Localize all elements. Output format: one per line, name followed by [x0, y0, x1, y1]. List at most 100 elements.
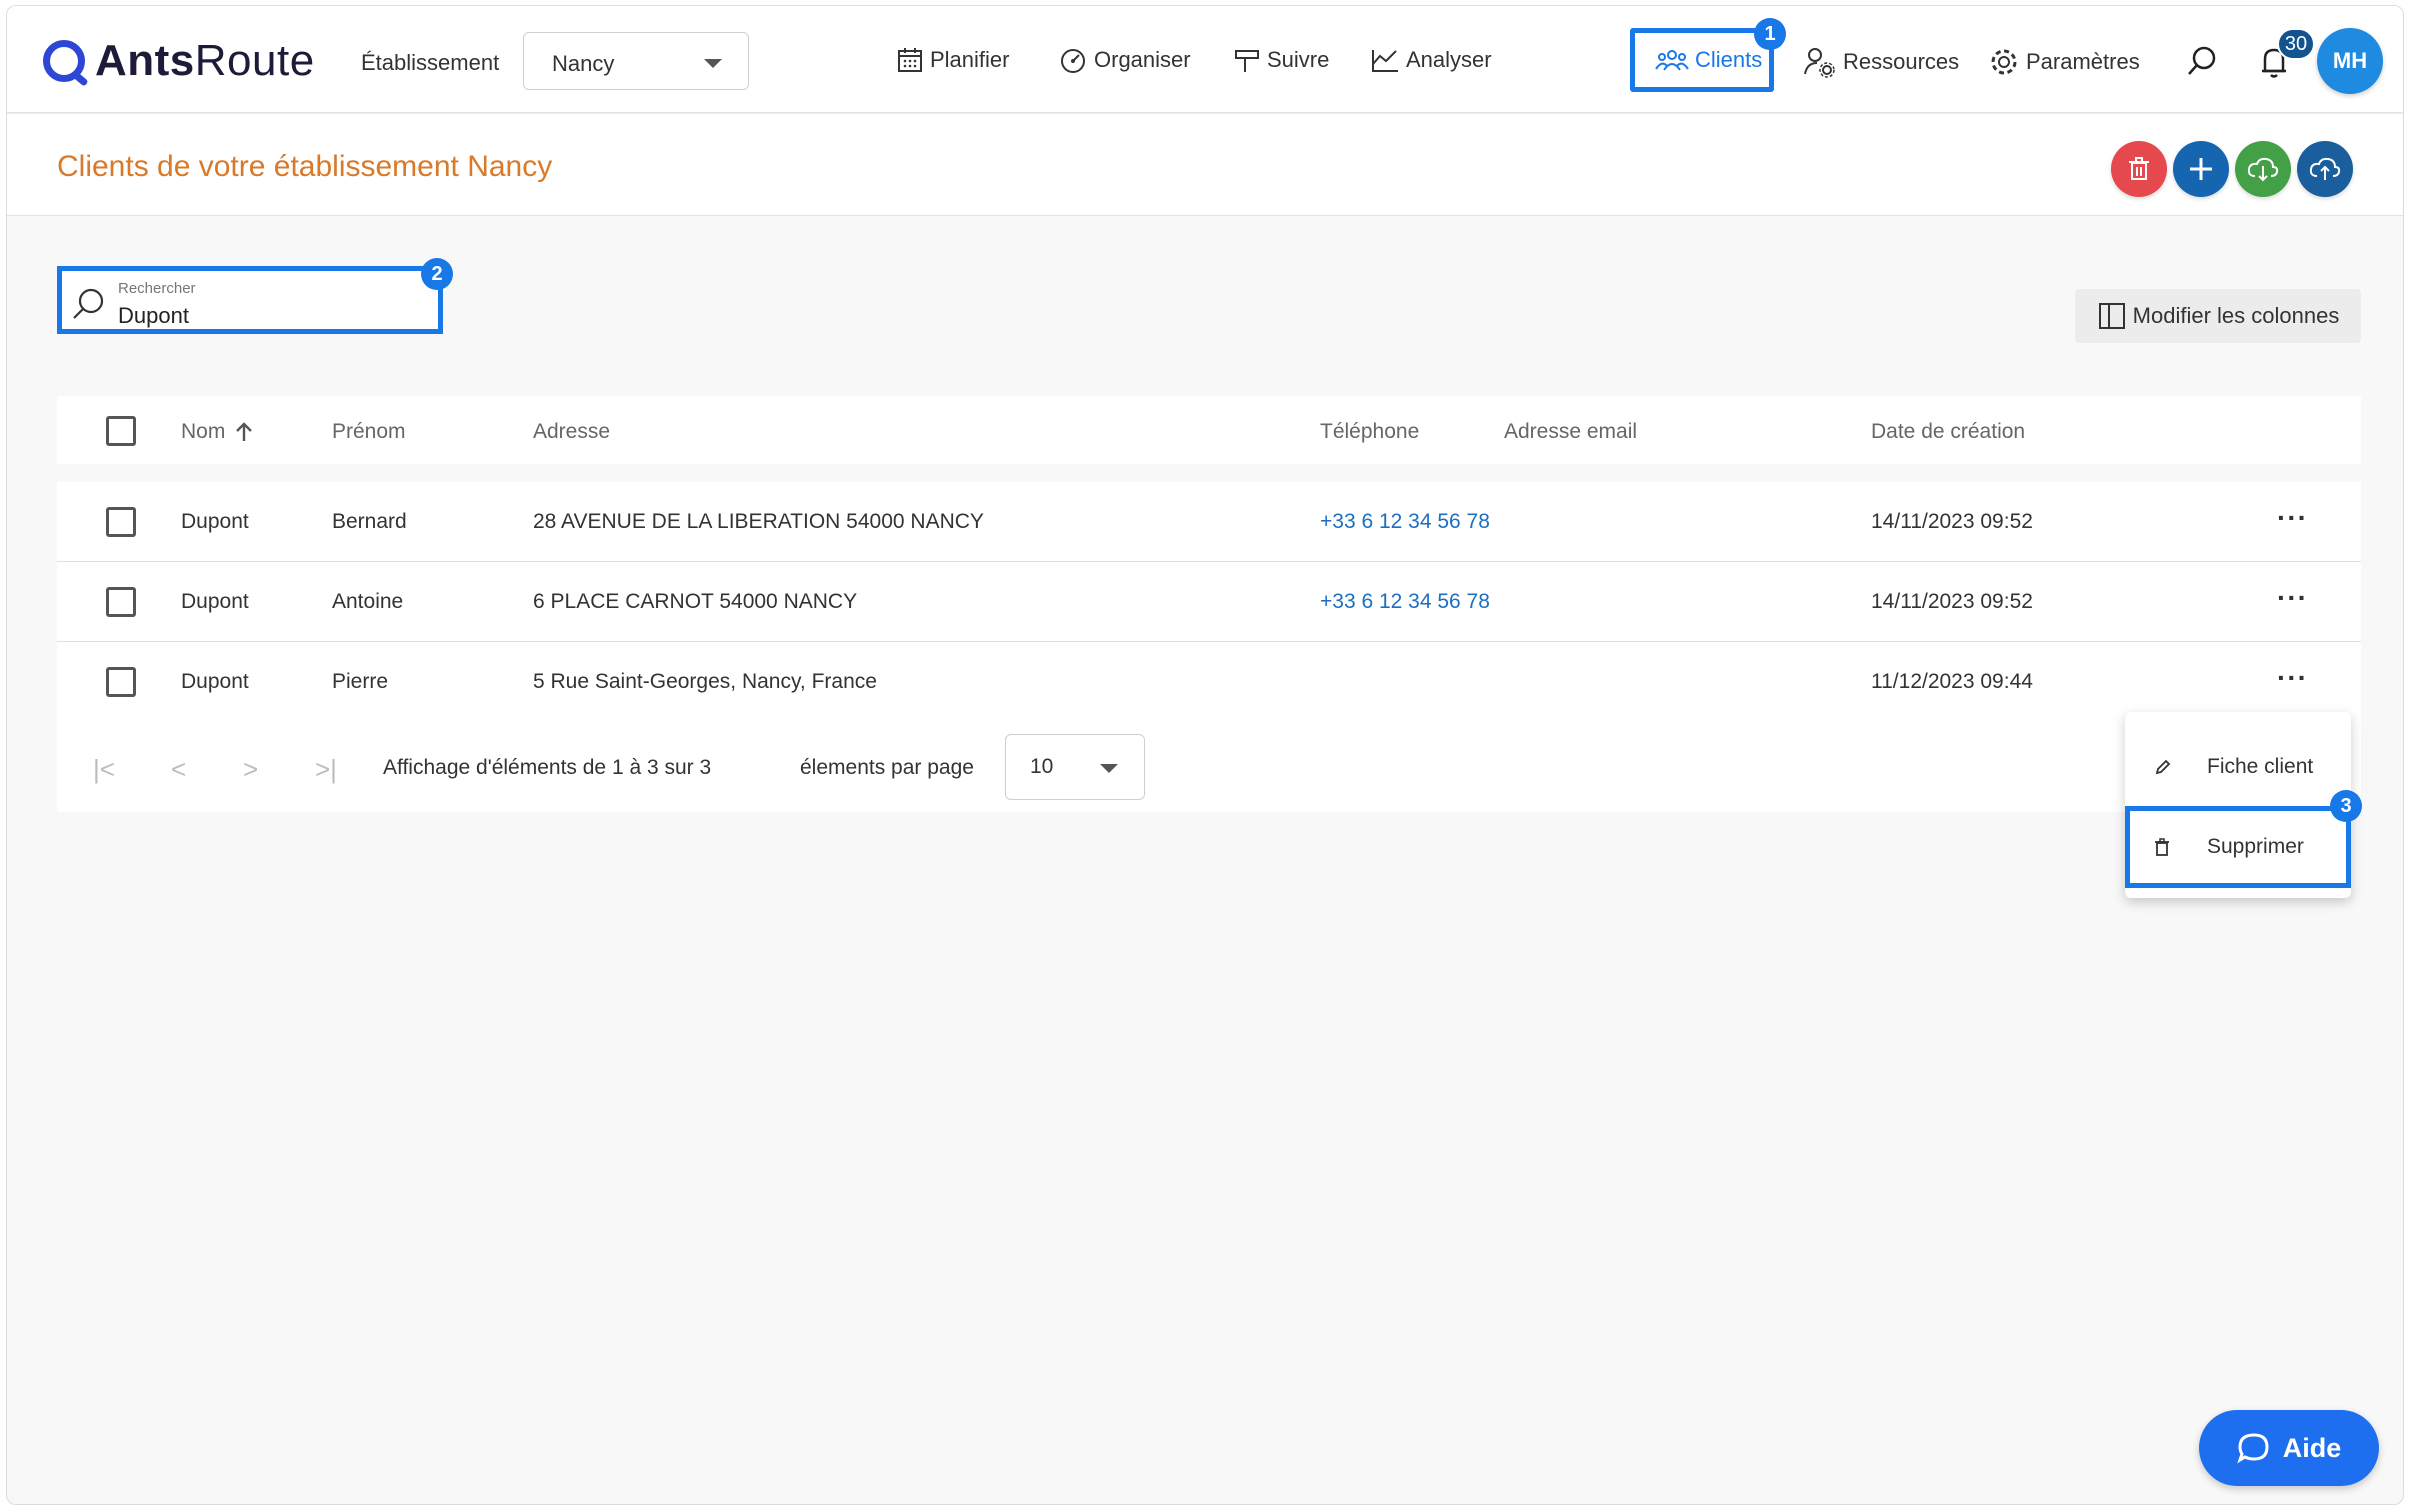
- column-header-prenom[interactable]: Prénom: [332, 420, 406, 444]
- next-page-icon[interactable]: >: [243, 754, 258, 785]
- table-header: Nom Prénom Adresse Téléphone Adresse ema…: [57, 396, 2361, 464]
- help-label: Aide: [2282, 1432, 2342, 1463]
- last-page-icon[interactable]: >|: [315, 754, 337, 785]
- export-button[interactable]: [2297, 141, 2353, 197]
- table-row[interactable]: Dupont Bernard 28 AVENUE DE LA LIBERATIO…: [57, 482, 2361, 562]
- cloud-upload-icon: [2309, 157, 2341, 180]
- search-label: Rechercher: [118, 280, 196, 297]
- app-window: AntsRoute Établissement Nancy Planifier …: [6, 5, 2404, 1505]
- nav-parametres[interactable]: Paramètres: [1988, 46, 2140, 78]
- cell-date: 11/12/2023 09:44: [1871, 670, 2033, 693]
- gear-icon: [1991, 49, 2017, 75]
- step-marker-2: 2: [421, 258, 453, 290]
- delete-button[interactable]: [2111, 141, 2167, 197]
- menu-item-fiche-client-label: Fiche client: [2207, 755, 2314, 778]
- per-page-label: élements par page: [800, 756, 974, 779]
- notification-count-badge: 30: [2277, 28, 2315, 60]
- nav-suivre[interactable]: Suivre: [1233, 46, 1329, 74]
- row-checkbox[interactable]: [106, 667, 136, 697]
- cell-nom: Dupont: [181, 510, 249, 533]
- highlight-clients: [1630, 28, 1774, 92]
- cell-nom: Dupont: [181, 590, 249, 613]
- logo-icon: [43, 40, 85, 82]
- column-header-date[interactable]: Date de création: [1871, 420, 2025, 444]
- cell-nom: Dupont: [181, 670, 249, 693]
- establishment-value: Nancy: [552, 51, 615, 76]
- nav-analyser[interactable]: Analyser: [1370, 46, 1492, 74]
- help-button[interactable]: Aide: [2199, 1410, 2379, 1486]
- cell-adresse: 5 Rue Saint-Georges, Nancy, France: [533, 670, 877, 693]
- trash-icon: [2129, 157, 2149, 180]
- nav-suivre-label: Suivre: [1267, 47, 1330, 72]
- table-row[interactable]: Dupont Pierre 5 Rue Saint-Georges, Nancy…: [57, 642, 2361, 722]
- select-all-checkbox[interactable]: [106, 416, 136, 446]
- caret-down-icon: [1100, 764, 1118, 773]
- establishment-select[interactable]: Nancy: [523, 32, 749, 90]
- modify-columns-label: Modifier les colonnes: [2132, 303, 2340, 328]
- first-page-icon[interactable]: |<: [93, 754, 115, 785]
- cell-prenom: Bernard: [332, 510, 407, 533]
- page-title: Clients de votre établissement Nancy: [57, 150, 553, 183]
- gauge-icon: [1061, 49, 1085, 73]
- cell-prenom: Antoine: [332, 590, 404, 613]
- column-header-nom[interactable]: Nom: [181, 420, 253, 444]
- nav-planifier[interactable]: Planifier: [896, 46, 1009, 74]
- establishment-label: Établissement: [361, 50, 500, 75]
- row-checkbox[interactable]: [106, 587, 136, 617]
- highlight-supprimer: [2125, 806, 2351, 888]
- chat-bubble-icon: [2237, 1433, 2269, 1464]
- top-navigation-bar: AntsRoute Établissement Nancy Planifier …: [7, 6, 2403, 113]
- nav-organiser[interactable]: Organiser: [1058, 46, 1191, 74]
- row-checkbox[interactable]: [106, 507, 136, 537]
- calendar-icon: [898, 48, 922, 72]
- cloud-download-icon: [2247, 157, 2279, 182]
- per-page-select[interactable]: 10: [1005, 734, 1145, 800]
- columns-icon: [2098, 303, 2125, 329]
- import-button[interactable]: [2235, 141, 2291, 197]
- nav-analyser-label: Analyser: [1406, 47, 1492, 72]
- column-header-adresse[interactable]: Adresse: [533, 420, 610, 444]
- cell-adresse: 28 AVENUE DE LA LIBERATION 54000 NANCY: [533, 510, 984, 533]
- previous-page-icon[interactable]: <: [171, 754, 186, 785]
- column-header-telephone[interactable]: Téléphone: [1320, 420, 1419, 444]
- cell-telephone[interactable]: +33 6 12 34 56 78: [1320, 510, 1490, 534]
- caret-down-icon: [704, 59, 722, 68]
- more-actions-icon[interactable]: ···: [2277, 502, 2308, 534]
- add-client-button[interactable]: [2173, 141, 2229, 197]
- step-marker-3: 3: [2330, 790, 2362, 822]
- nav-planifier-label: Planifier: [930, 47, 1010, 72]
- nav-parametres-label: Paramètres: [2026, 49, 2140, 74]
- more-actions-icon[interactable]: ···: [2277, 662, 2308, 694]
- search-icon: [73, 288, 104, 319]
- per-page-value: 10: [1030, 755, 1054, 778]
- global-search-icon[interactable]: [2185, 44, 2219, 83]
- cell-telephone[interactable]: +33 6 12 34 56 78: [1320, 590, 1490, 614]
- cell-date: 14/11/2023 09:52: [1871, 510, 2033, 533]
- cell-date: 14/11/2023 09:52: [1871, 590, 2033, 613]
- search-field[interactable]: Rechercher Dupont: [57, 266, 443, 334]
- antsroute-logo[interactable]: AntsRoute: [43, 36, 315, 86]
- cell-adresse: 6 PLACE CARNOT 54000 NANCY: [533, 590, 858, 613]
- table-row[interactable]: Dupont Antoine 6 PLACE CARNOT 54000 NANC…: [57, 562, 2361, 642]
- pagination-bar: |< < > >| Affichage d'éléments de 1 à 3 …: [57, 720, 2361, 812]
- modify-columns-button[interactable]: Modifier les colonnes: [2075, 289, 2361, 343]
- chart-icon: [1372, 50, 1398, 72]
- column-header-email[interactable]: Adresse email: [1504, 420, 1637, 444]
- signpost-icon: [1235, 50, 1259, 72]
- nav-ressources[interactable]: Ressources: [1803, 46, 1959, 78]
- menu-item-fiche-client[interactable]: Fiche client: [2125, 730, 2351, 804]
- user-avatar[interactable]: MH: [2317, 28, 2383, 94]
- logo-text: AntsRoute: [95, 36, 315, 85]
- pencil-icon: [2155, 759, 2171, 775]
- cell-prenom: Pierre: [332, 670, 389, 693]
- sort-arrow-up-icon: [236, 422, 253, 441]
- user-gear-icon: [1804, 48, 1835, 78]
- page-header: Clients de votre établissement Nancy: [7, 114, 2403, 216]
- step-marker-1: 1: [1754, 18, 1786, 50]
- nav-organiser-label: Organiser: [1094, 47, 1191, 72]
- more-actions-icon[interactable]: ···: [2277, 582, 2308, 614]
- nav-ressources-label: Ressources: [1843, 49, 1960, 74]
- search-input[interactable]: Dupont: [118, 303, 189, 329]
- column-header-nom-label: Nom: [181, 420, 226, 443]
- pagination-summary: Affichage d'éléments de 1 à 3 sur 3: [383, 756, 712, 779]
